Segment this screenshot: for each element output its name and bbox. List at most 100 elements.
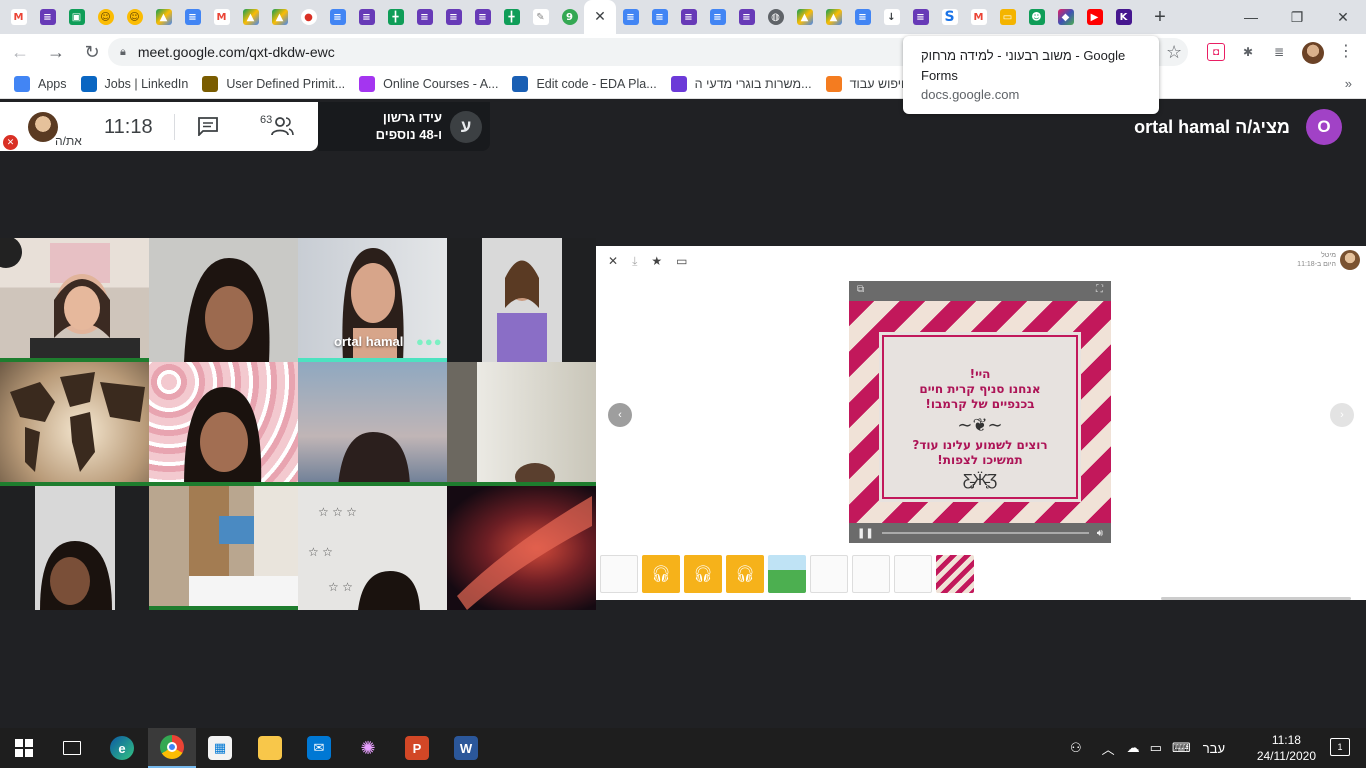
chrome-menu-icon[interactable]: ⋮: [1338, 41, 1354, 61]
bookmark-item[interactable]: Apps: [14, 76, 67, 92]
tab-docs-6[interactable]: ≡: [848, 0, 877, 34]
comment-icon[interactable]: ▭: [676, 254, 687, 269]
taskbar-store[interactable]: ▦: [196, 728, 244, 768]
people-tray-icon[interactable]: ⚇: [1070, 740, 1082, 756]
video-tile[interactable]: ☆ ☆ ☆ ☆ ☆ ☆ ☆: [298, 486, 447, 610]
profile-avatar[interactable]: [1302, 42, 1324, 64]
close-tab-icon[interactable]: ✕: [592, 9, 608, 25]
video-tile[interactable]: [447, 362, 596, 486]
bookmark-item[interactable]: User Defined Primit...: [202, 76, 345, 92]
tab-forms-3[interactable]: ≡: [410, 0, 439, 34]
next-arrow-icon[interactable]: ›: [1330, 403, 1354, 427]
tab-docs[interactable]: ≡: [178, 0, 207, 34]
bookmark-star-icon[interactable]: ☆: [1166, 42, 1182, 63]
video-tile[interactable]: [447, 486, 596, 610]
thumbnail-audio[interactable]: 🎧︎: [726, 555, 764, 593]
chat-icon[interactable]: [197, 116, 219, 136]
tab-forms-8[interactable]: ≡: [906, 0, 935, 34]
download-icon[interactable]: ⤓: [632, 254, 637, 269]
start-button[interactable]: [0, 728, 48, 768]
tab-docs-3[interactable]: ≡: [616, 0, 645, 34]
minimize-button[interactable]: —: [1228, 0, 1274, 34]
tab-forms-2[interactable]: ≡: [352, 0, 381, 34]
video-tile[interactable]: [149, 486, 298, 610]
thumbnail-doc[interactable]: [810, 555, 848, 593]
video-tile[interactable]: [447, 238, 596, 362]
back-button[interactable]: ←: [4, 36, 36, 68]
video-player[interactable]: ⧉ ⛶ היי! אנחנו סניף קרית חיים בכנפיים של…: [849, 281, 1111, 543]
onedrive-icon[interactable]: ☁︎: [1127, 740, 1140, 756]
fullscreen-icon[interactable]: ⛶: [1096, 284, 1103, 295]
tab-drive-2[interactable]: ▲: [236, 0, 265, 34]
taskbar-word[interactable]: W: [442, 728, 490, 768]
tab-drive-3[interactable]: ▲: [265, 0, 294, 34]
video-tile[interactable]: [149, 238, 298, 362]
tab-docs-2[interactable]: ≡: [323, 0, 352, 34]
reload-button[interactable]: ↻: [76, 36, 108, 68]
tab-globe[interactable]: ◍: [761, 0, 790, 34]
tab-meet-active[interactable]: ✕: [584, 0, 616, 34]
tab-record[interactable]: ●: [294, 0, 323, 34]
more-options-dots-icon[interactable]: ●●●: [416, 334, 443, 349]
star-icon[interactable]: ★: [651, 254, 662, 269]
tab-gmail-2[interactable]: M: [207, 0, 236, 34]
close-icon[interactable]: ✕: [608, 254, 618, 269]
tab-classroom[interactable]: ▣: [62, 0, 91, 34]
thumbnail-audio[interactable]: 🎧︎: [684, 555, 722, 593]
show-hidden-icons-icon[interactable]: ︿: [1102, 739, 1115, 758]
close-window-button[interactable]: ✕: [1320, 0, 1366, 34]
video-tile[interactable]: [0, 238, 149, 362]
tab-gmail-3[interactable]: M: [964, 0, 993, 34]
others-chip[interactable]: עידו גרשון ו-48 נוספים ע: [318, 102, 490, 151]
thumbnail-image[interactable]: [768, 555, 806, 593]
video-tile[interactable]: [0, 362, 149, 486]
tab-drive[interactable]: ▲: [149, 0, 178, 34]
taskbar-chrome[interactable]: [148, 728, 196, 768]
taskbar-explorer[interactable]: [246, 728, 294, 768]
pause-icon[interactable]: ❚❚: [857, 528, 874, 539]
taskbar-clock[interactable]: 11:18 24/11/2020: [1257, 732, 1316, 764]
tab-kahoot[interactable]: K: [1109, 0, 1138, 34]
thumbnail-doc[interactable]: [852, 555, 890, 593]
tab-forms-5[interactable]: ≡: [468, 0, 497, 34]
tab-drive-4[interactable]: ▲: [790, 0, 819, 34]
tab-drive-5[interactable]: ▲: [819, 0, 848, 34]
notifications-icon[interactable]: 1: [1330, 738, 1350, 756]
bookmark-item[interactable]: משרות בוגרי מדעי ה...: [670, 76, 812, 92]
forward-button[interactable]: →: [40, 36, 72, 68]
task-view-button[interactable]: [48, 728, 96, 768]
tab-forms-4[interactable]: ≡: [439, 0, 468, 34]
progress-track[interactable]: [881, 532, 1089, 534]
tab-emoji-2[interactable]: ☺: [120, 0, 149, 34]
bookmark-item[interactable]: Online Courses - A...: [359, 76, 498, 92]
tab-emoji[interactable]: ☺: [91, 0, 120, 34]
people-icon[interactable]: [270, 116, 294, 136]
taskbar-powerpoint[interactable]: P: [393, 728, 441, 768]
tab-contacts[interactable]: ☻: [1022, 0, 1051, 34]
taskbar-edge[interactable]: e: [98, 728, 146, 768]
network-icon[interactable]: ▭: [1150, 740, 1162, 756]
tab-forms-6[interactable]: ≡: [674, 0, 703, 34]
tab-nine[interactable]: 9: [555, 0, 584, 34]
video-tile[interactable]: [0, 486, 149, 610]
tab-forms[interactable]: ≡: [33, 0, 62, 34]
tab-docs-4[interactable]: ≡: [645, 0, 674, 34]
restore-button[interactable]: ❐: [1274, 0, 1320, 34]
tab-s[interactable]: S: [935, 0, 964, 34]
new-tab-button[interactable]: +: [1146, 3, 1174, 31]
bookmark-item[interactable]: Edit code - EDA Pla...: [512, 76, 657, 92]
tab-slides[interactable]: ▭: [993, 0, 1022, 34]
taskbar-paint[interactable]: ✺: [344, 728, 392, 768]
tab-sheets[interactable]: ╋: [381, 0, 410, 34]
thumbnail-doc[interactable]: [600, 555, 638, 593]
tab-download[interactable]: ↓: [877, 0, 906, 34]
tab-colorful[interactable]: ◆: [1051, 0, 1080, 34]
bookmark-item[interactable]: Jobs | LinkedIn: [80, 76, 188, 92]
keyboard-icon[interactable]: ⌨︎: [1172, 740, 1191, 756]
thumbnail-doc[interactable]: [894, 555, 932, 593]
media-queue-icon[interactable]: ≣: [1270, 43, 1288, 61]
self-avatar[interactable]: [28, 112, 58, 142]
thumbnail-image[interactable]: [936, 555, 974, 593]
tab-docs-5[interactable]: ≡: [703, 0, 732, 34]
previous-arrow-icon[interactable]: ‹: [608, 403, 632, 427]
